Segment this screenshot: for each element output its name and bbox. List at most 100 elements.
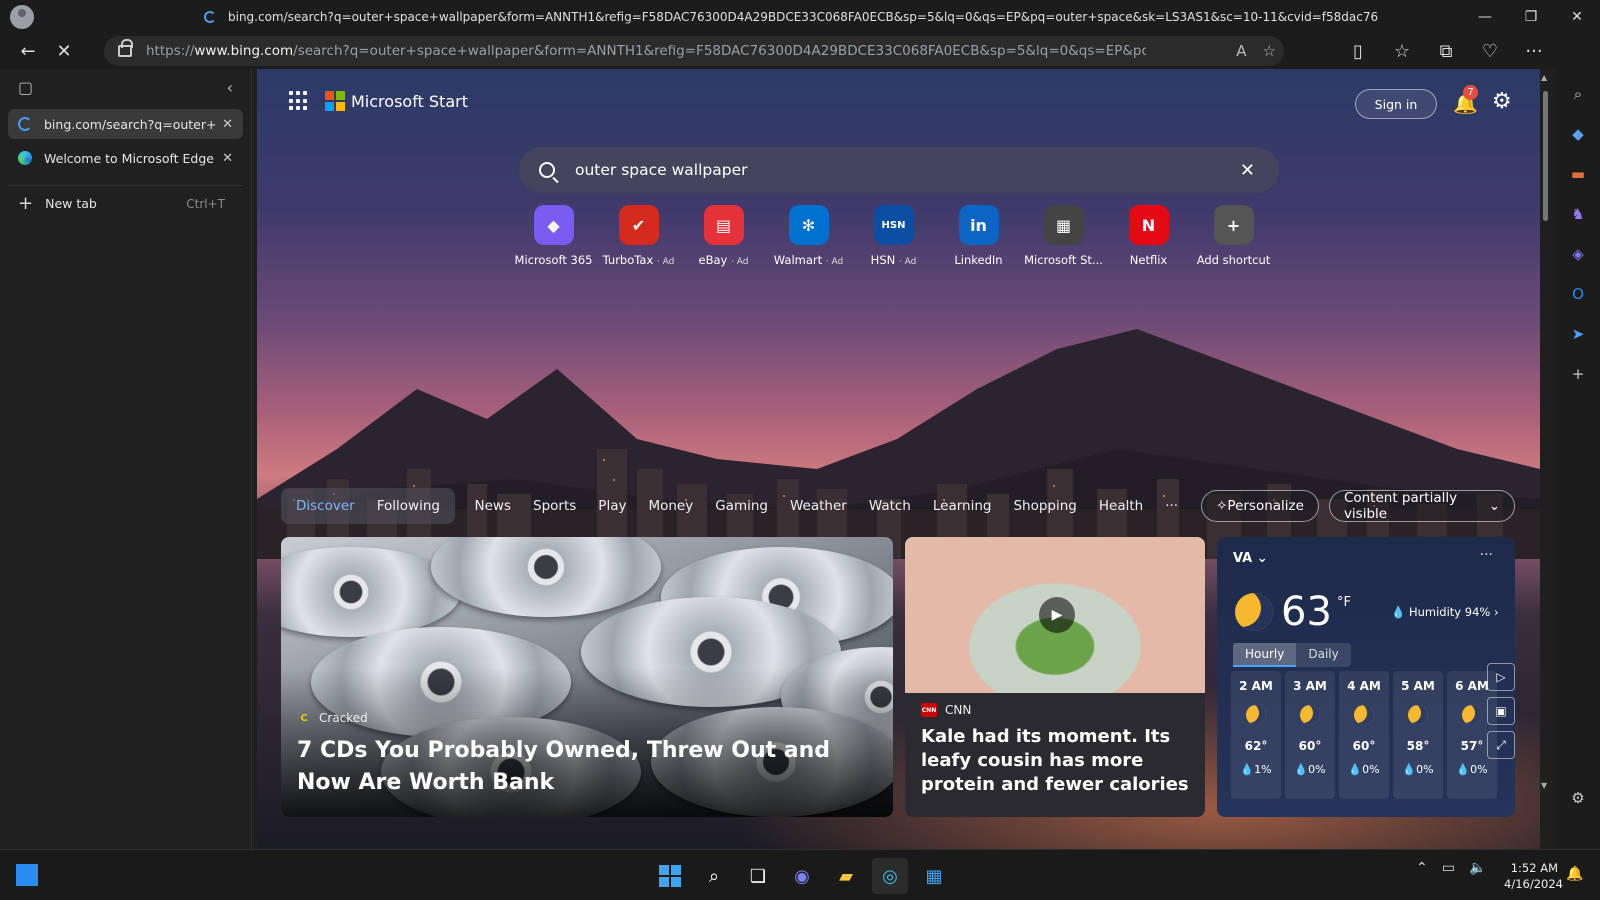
shortcut-2[interactable]: ▤ eBay · Ad: [681, 205, 766, 267]
edge-taskbar-icon[interactable]: ◎: [872, 858, 908, 894]
shortcut-tile-icon[interactable]: in: [958, 205, 999, 245]
nav-discover[interactable]: Discover: [285, 498, 366, 514]
close-tab-icon[interactable]: ✕: [222, 117, 233, 132]
widgets-icon[interactable]: [16, 864, 38, 886]
weather-location[interactable]: VA ⌄: [1233, 551, 1268, 566]
microsoft-365-icon[interactable]: ◈: [1567, 243, 1589, 265]
shortcut-tile-icon[interactable]: ✻: [788, 205, 829, 245]
hour-forecast-0[interactable]: 2 AM 62° 💧1%: [1231, 671, 1281, 799]
hour-forecast-2[interactable]: 4 AM 60° 💧0%: [1339, 671, 1389, 799]
tools-briefcase-icon[interactable]: ▬: [1567, 163, 1589, 185]
content-visibility-dropdown[interactable]: Content partially visible ⌄: [1328, 490, 1515, 522]
play-forecast-icon[interactable]: ▷: [1487, 663, 1515, 691]
tab-welcome-edge[interactable]: Welcome to Microsoft Edge ✕: [8, 143, 243, 173]
volume-icon[interactable]: 🔈: [1469, 860, 1486, 876]
app-launcher-icon[interactable]: [289, 91, 309, 111]
temp-unit[interactable]: °F: [1337, 595, 1351, 610]
sidebar-settings-gear-icon[interactable]: ⚙: [1567, 787, 1589, 809]
shortcut-4[interactable]: HSN HSN · Ad: [851, 205, 936, 267]
scroll-up-icon[interactable]: ▲: [1541, 73, 1547, 82]
shortcut-tile-icon[interactable]: +: [1213, 205, 1254, 245]
tab-actions-icon[interactable]: ▢: [18, 78, 33, 97]
shortcut-8[interactable]: + Add shortcut: [1191, 205, 1276, 267]
notification-center-icon[interactable]: 🔔: [1566, 866, 1583, 882]
task-view-icon[interactable]: ❏: [740, 858, 776, 894]
add-sidebar-app-icon[interactable]: +: [1567, 363, 1589, 385]
file-explorer-icon[interactable]: ▰: [828, 858, 864, 894]
kale-news-card[interactable]: ▶ CNN CNN Kale had its moment. Its leafy…: [905, 537, 1205, 817]
shortcut-tile-icon[interactable]: ▦: [1043, 205, 1084, 245]
tab-daily[interactable]: Daily: [1296, 643, 1350, 667]
nav-sports[interactable]: Sports: [522, 498, 587, 514]
sign-in-button[interactable]: Sign in: [1355, 89, 1437, 119]
microsoft-store-icon[interactable]: ▦: [916, 858, 952, 894]
nav-gaming[interactable]: Gaming: [704, 498, 779, 514]
shortcut-7[interactable]: N Netflix: [1106, 205, 1191, 267]
shortcut-tile-icon[interactable]: ◆: [533, 205, 574, 245]
nav-watch[interactable]: Watch: [858, 498, 922, 514]
favorites-icon[interactable]: ☆: [1384, 36, 1420, 66]
back-button[interactable]: ←: [10, 36, 46, 66]
show-hidden-icons-chevron-icon[interactable]: ⌃: [1416, 860, 1428, 876]
kale-video-thumbnail[interactable]: ▶: [905, 537, 1205, 693]
shortcut-1[interactable]: ✔ TurboTax · Ad: [596, 205, 681, 267]
stop-loading-button[interactable]: ✕: [46, 36, 82, 66]
restore-button[interactable]: ❐: [1508, 0, 1554, 33]
split-screen-icon[interactable]: ▯: [1340, 36, 1376, 66]
search-input[interactable]: outer space wallpaper: [575, 161, 748, 179]
clear-search-icon[interactable]: ✕: [1240, 160, 1255, 181]
search-box[interactable]: outer space wallpaper ✕: [519, 147, 1279, 193]
nav-following[interactable]: Following: [366, 498, 451, 514]
browser-essentials-icon[interactable]: ♡: [1472, 36, 1508, 66]
nav-money[interactable]: Money: [637, 498, 704, 514]
lock-icon[interactable]: [118, 39, 133, 57]
taskbar-search-icon[interactable]: ⌕: [696, 858, 732, 894]
weather-more-icon[interactable]: ···: [1480, 547, 1493, 563]
hour-forecast-1[interactable]: 3 AM 60° 💧0%: [1285, 671, 1335, 799]
close-tab-icon[interactable]: ✕: [222, 151, 233, 166]
map-icon[interactable]: ▣: [1487, 697, 1515, 725]
taskbar-clock[interactable]: 1:52 AM 4/16/2024: [1504, 860, 1563, 892]
shortcut-tile-icon[interactable]: ✔: [618, 205, 659, 245]
games-icon[interactable]: ♞: [1567, 203, 1589, 225]
profile-avatar-icon[interactable]: [10, 4, 34, 29]
search-icon[interactable]: ⌕: [1567, 83, 1589, 105]
network-icon[interactable]: ▭: [1442, 860, 1455, 876]
shortcut-3[interactable]: ✻ Walmart · Ad: [766, 205, 851, 267]
nav-more-icon[interactable]: ···: [1154, 498, 1189, 514]
kale-headline[interactable]: Kale had its moment. Its leafy cousin ha…: [921, 725, 1193, 797]
brand-name[interactable]: Microsoft Start: [351, 92, 468, 111]
tab-bing-search[interactable]: bing.com/search?q=outer+space+wallpaper …: [8, 109, 243, 139]
shortcut-5[interactable]: in LinkedIn: [936, 205, 1021, 267]
favorite-star-icon[interactable]: ☆: [1263, 42, 1276, 60]
shortcut-tile-icon[interactable]: ▤: [703, 205, 744, 245]
close-window-button[interactable]: ✕: [1554, 0, 1600, 33]
start-button[interactable]: [652, 858, 688, 894]
scroll-down-icon[interactable]: ▼: [1541, 781, 1547, 790]
shortcut-tile-icon[interactable]: HSN: [873, 205, 914, 245]
shortcut-tile-icon[interactable]: N: [1128, 205, 1169, 245]
minimize-button[interactable]: —: [1462, 0, 1508, 33]
hour-forecast-3[interactable]: 5 AM 58° 💧0%: [1393, 671, 1443, 799]
page-settings-gear-icon[interactable]: ⚙: [1492, 89, 1512, 114]
feature-headline[interactable]: 7 CDs You Probably Owned, Threw Out and …: [297, 735, 877, 799]
url-text[interactable]: https://www.bing.com/search?q=outer+spac…: [146, 43, 1146, 59]
new-tab-button[interactable]: + New tab Ctrl+T: [8, 185, 243, 215]
shortcut-0[interactable]: ◆ Microsoft 365: [511, 205, 596, 267]
shopping-tag-icon[interactable]: ◆: [1567, 123, 1589, 145]
shortcut-6[interactable]: ▦ Microsoft St...: [1021, 205, 1106, 267]
more-options-icon[interactable]: ···: [1516, 36, 1552, 66]
nav-learning[interactable]: Learning: [922, 498, 1003, 514]
address-bar[interactable]: https://www.bing.com/search?q=outer+spac…: [104, 36, 1284, 66]
play-icon[interactable]: ▶: [1039, 597, 1075, 633]
page-scrollbar[interactable]: ▲ ▼: [1540, 69, 1550, 849]
personalize-button[interactable]: ✧ Personalize: [1201, 490, 1319, 522]
nav-shopping[interactable]: Shopping: [1002, 498, 1087, 514]
drop-icon[interactable]: ➤: [1567, 323, 1589, 345]
read-aloud-icon[interactable]: A: [1236, 42, 1246, 60]
collapse-pane-icon[interactable]: ‹: [227, 78, 233, 97]
teams-chat-icon[interactable]: ◉: [784, 858, 820, 894]
nav-news[interactable]: News: [464, 498, 522, 514]
expand-icon[interactable]: ⤢: [1487, 731, 1515, 759]
humidity-link[interactable]: 💧 Humidity 94% ›: [1391, 605, 1499, 619]
